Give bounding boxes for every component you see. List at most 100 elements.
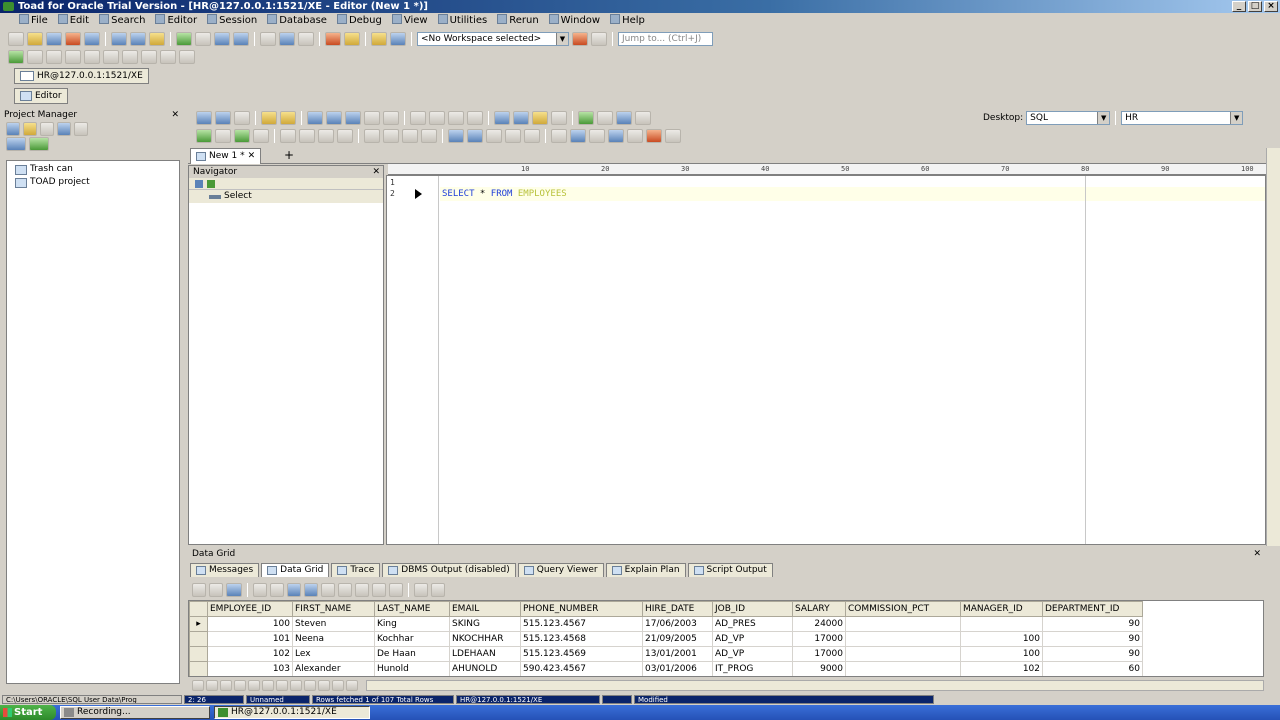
execute-icon[interactable] xyxy=(196,111,212,125)
nav-cancel-icon[interactable] xyxy=(332,679,344,691)
load-icon[interactable] xyxy=(280,111,296,125)
tab-query-viewer[interactable]: Query Viewer xyxy=(517,563,604,577)
tab-dbms-output-disabled[interactable]: DBMS Output (disabled) xyxy=(382,563,516,577)
report-icon[interactable] xyxy=(371,32,387,46)
connection-icon[interactable] xyxy=(551,129,567,143)
describe-icon[interactable] xyxy=(570,129,586,143)
table-cell[interactable]: IT_PROG xyxy=(712,661,793,676)
save-all-icon[interactable] xyxy=(345,111,361,125)
grid-lookup-icon[interactable] xyxy=(226,582,242,597)
table-cell[interactable] xyxy=(845,631,961,647)
table-row[interactable]: 102 Lex De Haan LDEHAAN 515.123.4569 13/01/20… xyxy=(189,646,1148,662)
connection-view-tab[interactable] xyxy=(29,137,49,151)
table-cell[interactable]: 24000 xyxy=(792,616,846,632)
nav-first-icon[interactable] xyxy=(192,679,204,691)
taskbar-recording-button[interactable]: Recording... xyxy=(60,706,210,719)
grid-post-icon[interactable] xyxy=(372,582,386,597)
tree-item-trash-can[interactable]: Trash can xyxy=(15,163,171,176)
close-button[interactable]: × xyxy=(1264,1,1278,12)
rows-icon[interactable] xyxy=(318,129,334,143)
table-cell[interactable] xyxy=(845,616,961,632)
settings-icon[interactable] xyxy=(635,111,651,125)
indent-icon[interactable] xyxy=(513,111,529,125)
table-cell[interactable]: 17000 xyxy=(792,646,846,662)
table-cell[interactable]: LDEHAAN xyxy=(449,646,521,662)
table-cell[interactable]: 515.123.4568 xyxy=(520,631,643,647)
menu-rerun[interactable]: Rerun xyxy=(492,13,543,29)
menu-session[interactable]: Session xyxy=(202,13,262,29)
copy-icon[interactable] xyxy=(448,111,464,125)
paste-icon[interactable] xyxy=(122,50,138,64)
find-icon[interactable] xyxy=(160,50,176,64)
nav-refresh-icon[interactable] xyxy=(346,679,358,691)
column-header[interactable]: FIRST_NAME xyxy=(292,601,375,617)
stop-icon[interactable] xyxy=(325,32,341,46)
table-cell[interactable]: 90 xyxy=(1042,616,1143,632)
taskbar-toad-button[interactable]: HR@127.0.0.1:1521/XE xyxy=(214,706,370,719)
table-cell[interactable]: SKING xyxy=(449,616,521,632)
table-cell[interactable]: Kochhar xyxy=(374,631,450,647)
row-indicator[interactable] xyxy=(189,646,208,662)
report-icon[interactable] xyxy=(467,129,483,143)
navigator-item-select[interactable]: Select xyxy=(189,190,383,203)
open-file-icon[interactable] xyxy=(261,111,277,125)
menu-file[interactable]: File xyxy=(14,13,53,29)
table-cell[interactable]: AHUNOLD xyxy=(449,661,521,676)
menu-help[interactable]: Help xyxy=(605,13,650,29)
table-cell[interactable]: Alexander xyxy=(292,661,375,676)
table-cell[interactable]: Hunold xyxy=(374,661,450,676)
lock-icon[interactable] xyxy=(421,129,437,143)
column-header[interactable]: SALARY xyxy=(792,601,846,617)
minimize-button[interactable]: _ xyxy=(1232,1,1246,12)
new-tab-plus-icon[interactable]: + xyxy=(284,148,294,162)
grid-cancel-icon[interactable] xyxy=(389,582,403,597)
undo-icon[interactable] xyxy=(364,111,380,125)
table-cell[interactable]: 102 xyxy=(207,646,293,662)
tree-item-toad-project[interactable]: TOAD project xyxy=(15,176,171,189)
column-header[interactable]: MANAGER_ID xyxy=(960,601,1043,617)
grid-filter-icon[interactable] xyxy=(431,582,445,597)
menu-utilities[interactable]: Utilities xyxy=(433,13,493,29)
table-cell[interactable]: 100 xyxy=(960,646,1043,662)
table-cell[interactable]: 515.123.4569 xyxy=(520,646,643,662)
table-cell[interactable]: 590.423.4567 xyxy=(520,661,643,676)
table-row[interactable]: ▸ 100 Steven King SKING 515.123.4567 17/06/200… xyxy=(189,616,1148,632)
tab-data-grid[interactable]: Data Grid xyxy=(261,563,330,577)
editor-vertical-scrollbar[interactable] xyxy=(1266,148,1280,546)
grid-first-icon[interactable] xyxy=(192,582,206,597)
grid-delete-icon[interactable] xyxy=(338,582,352,597)
grid-back-icon[interactable] xyxy=(270,582,284,597)
breakpoint-icon[interactable] xyxy=(253,129,269,143)
table-cell[interactable] xyxy=(845,661,961,676)
table-cell[interactable]: 101 xyxy=(207,631,293,647)
table-cell[interactable]: 03/01/2006 xyxy=(642,661,713,676)
nav-last-icon[interactable] xyxy=(262,679,274,691)
filter-icon[interactable] xyxy=(207,179,215,188)
column-header[interactable]: EMPLOYEE_ID xyxy=(207,601,293,617)
record-icon[interactable] xyxy=(646,129,662,143)
table-cell[interactable]: 90 xyxy=(1042,646,1143,662)
table-cell[interactable]: Lex xyxy=(292,646,375,662)
grid-refresh-icon[interactable] xyxy=(414,582,428,597)
cut-icon[interactable] xyxy=(429,111,445,125)
save-icon[interactable] xyxy=(195,32,211,46)
nav-post-icon[interactable] xyxy=(318,679,330,691)
table-cell[interactable]: AD_VP xyxy=(712,631,793,647)
table-cell[interactable] xyxy=(845,646,961,662)
folder-icon[interactable] xyxy=(23,122,37,136)
nav-next-page-icon[interactable] xyxy=(248,679,260,691)
options-icon[interactable] xyxy=(298,32,314,46)
sql-editor[interactable]: 1 2 SELECT * FROM EMPLOYEES xyxy=(386,175,1266,545)
refresh-icon[interactable] xyxy=(65,50,81,64)
table-cell[interactable]: 90 xyxy=(1042,631,1143,647)
profile-icon[interactable] xyxy=(505,129,521,143)
panel-close-icon[interactable]: ✕ xyxy=(171,109,179,121)
table-cell[interactable]: AD_PRES xyxy=(712,616,793,632)
start-button[interactable]: Start xyxy=(0,705,56,720)
table-row[interactable]: 101 Neena Kochhar NKOCHHAR 515.123.4568 21/09… xyxy=(189,631,1148,647)
format-icon[interactable] xyxy=(494,111,510,125)
nav-delete-icon[interactable] xyxy=(290,679,302,691)
add-icon[interactable] xyxy=(6,122,20,136)
toggle-icon[interactable] xyxy=(46,50,62,64)
nav-next-icon[interactable] xyxy=(234,679,246,691)
